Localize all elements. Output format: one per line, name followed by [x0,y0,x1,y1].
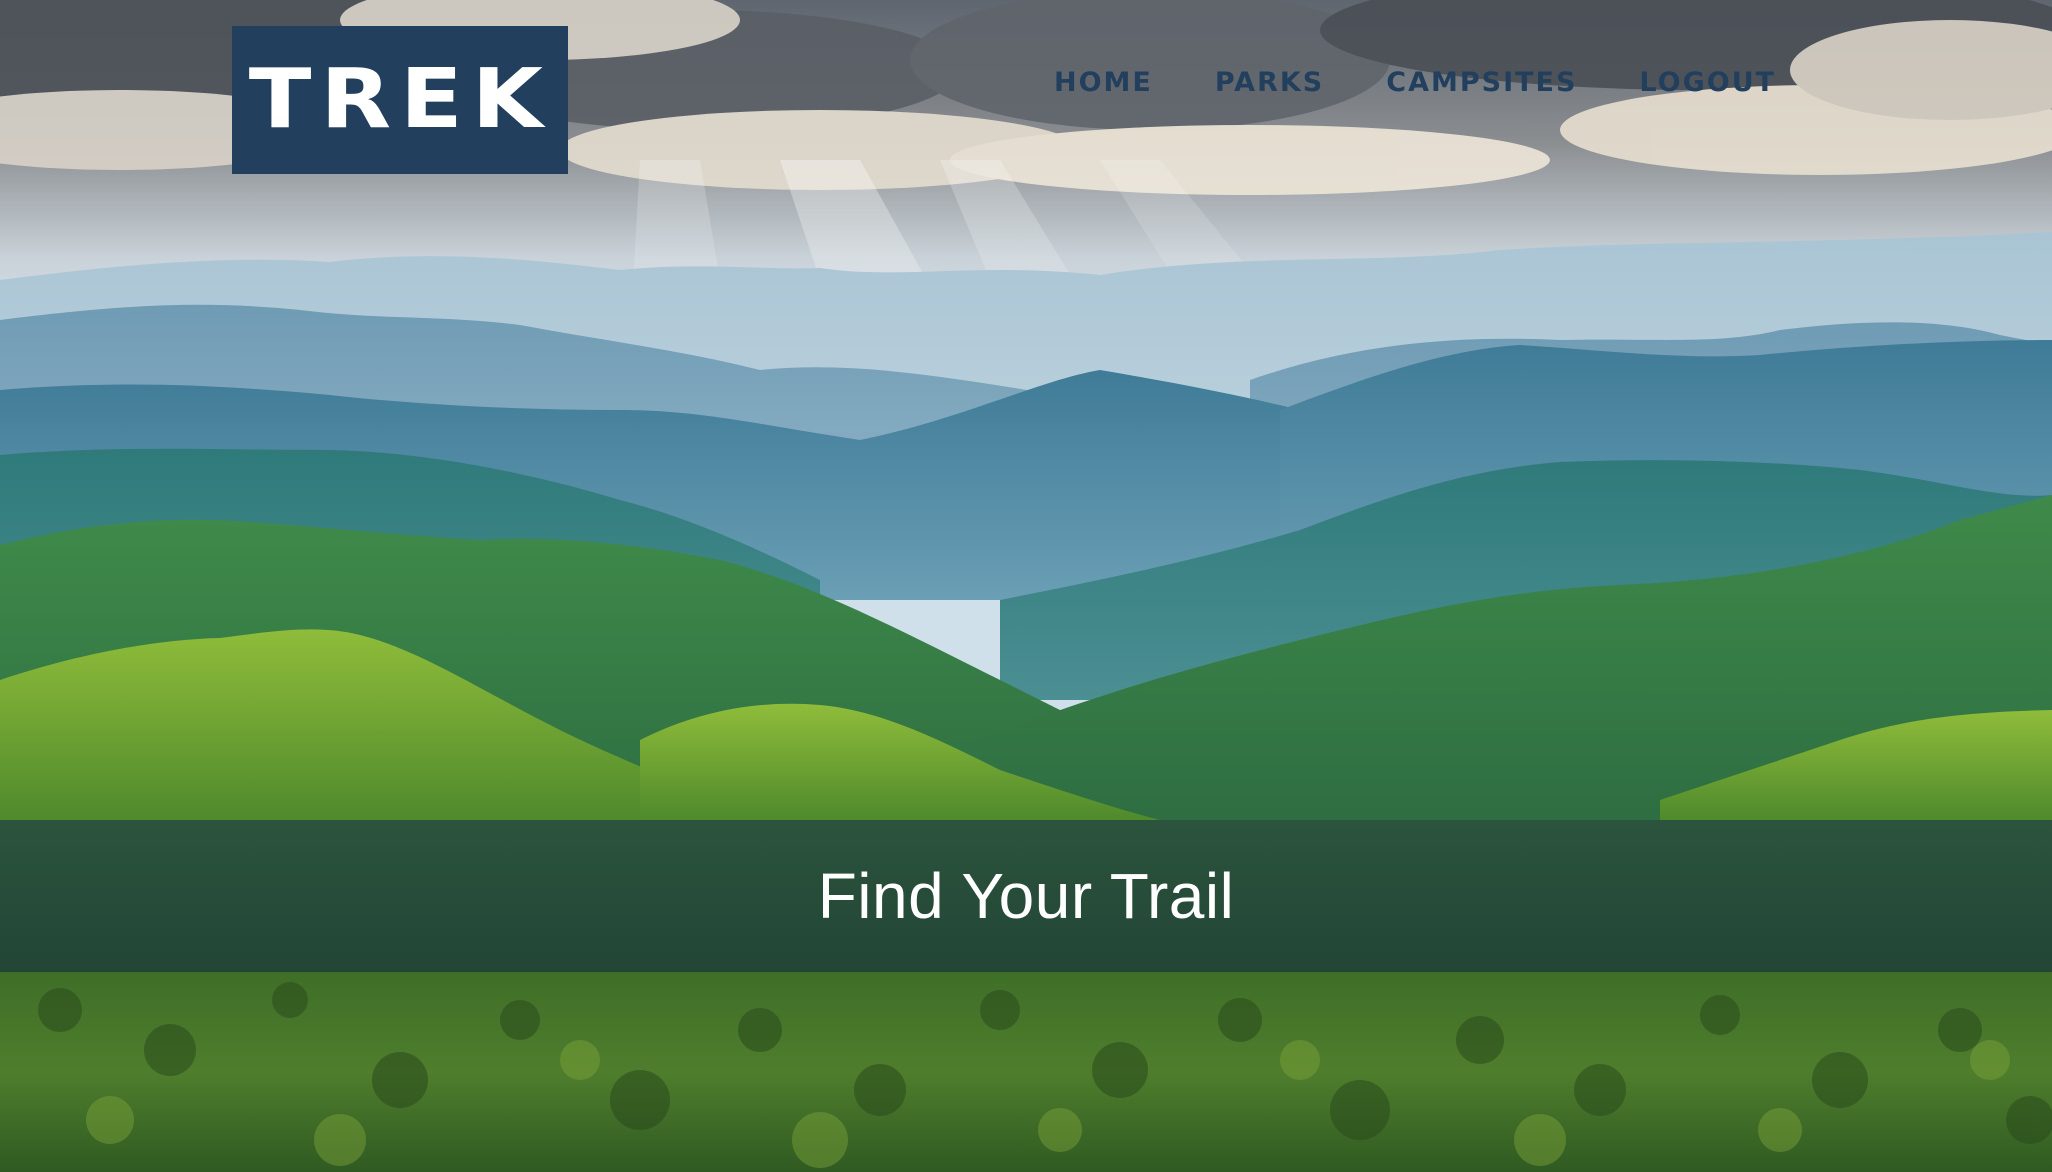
main-nav: HOME PARKS CAMPSITES LOGOUT [1054,62,1776,102]
brand-logo[interactable]: TREK [232,26,568,174]
hero-section: TREK HOME PARKS CAMPSITES LOGOUT Find Yo… [0,0,2052,1172]
hero-title: Find Your Trail [817,860,1235,932]
nav-campsites-link[interactable]: CAMPSITES [1386,67,1577,98]
hero-banner: Find Your Trail [0,820,2052,972]
brand-logo-text: TREK [248,52,552,147]
nav-home-link[interactable]: HOME [1054,67,1153,98]
hero-background-image [0,0,2052,1172]
nav-parks-link[interactable]: PARKS [1215,67,1324,98]
nav-logout-link[interactable]: LOGOUT [1639,67,1776,98]
